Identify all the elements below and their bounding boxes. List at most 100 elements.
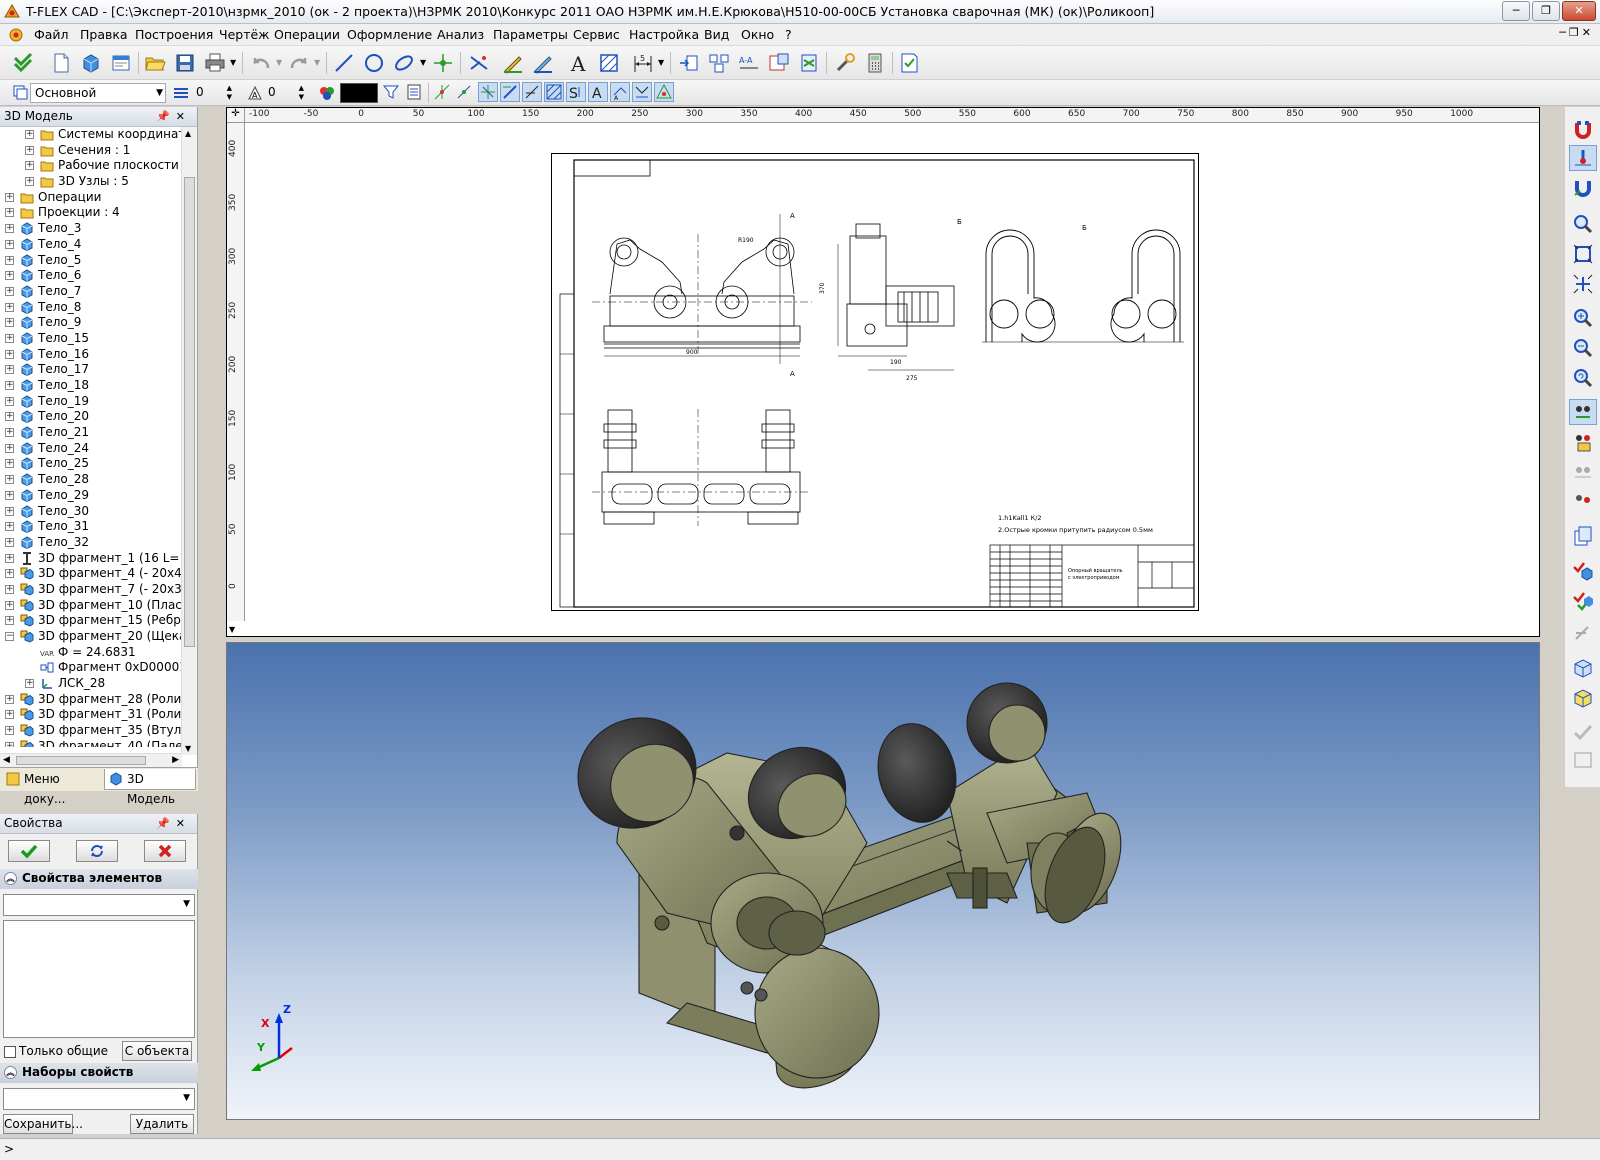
expand-icon[interactable]: + (5, 726, 14, 736)
tree-item[interactable]: + Тело_4 (0, 237, 182, 253)
snap-arrow-icon[interactable]: A (610, 82, 630, 102)
tree-item[interactable]: +3D Узлы : 5 (0, 174, 182, 190)
expand-icon[interactable]: + (5, 443, 14, 453)
chevron-up-icon[interactable]: ︽ (4, 1066, 17, 1079)
view-cube-icon[interactable] (1569, 655, 1597, 681)
expand-icon[interactable]: + (25, 679, 34, 689)
snap-node-icon[interactable] (454, 82, 474, 102)
expand-icon[interactable]: + (5, 412, 14, 422)
expand-icon[interactable]: + (5, 475, 14, 485)
list-filter-icon[interactable] (404, 82, 424, 102)
tree-item[interactable]: + Тело_6 (0, 268, 182, 284)
expand-icon[interactable]: + (25, 177, 34, 187)
tree-item[interactable]: + Рабочие плоскости : 3 (0, 158, 182, 174)
refresh-button[interactable] (76, 840, 118, 862)
expand-icon[interactable]: + (5, 318, 14, 328)
save-set-button[interactable]: Сохранить... (3, 1114, 83, 1134)
priority-spin[interactable]: 0 ▲ ▼ (264, 83, 306, 103)
expand-icon[interactable]: + (5, 694, 14, 704)
redo-dropdown-arrow[interactable]: ▼ (314, 58, 320, 67)
expand-icon[interactable]: + (5, 522, 14, 532)
expand-icon[interactable]: + (5, 333, 14, 343)
snap-dimension-icon[interactable] (522, 82, 542, 102)
layer-combo[interactable]: Основной ▼ (30, 83, 166, 103)
dimension-dropdown-arrow[interactable]: ▼ (658, 58, 664, 67)
tree-item[interactable]: + Тело_25 (0, 456, 182, 472)
tree-item[interactable]: + Тело_5 (0, 253, 182, 269)
tree-item[interactable]: + Тело_18 (0, 378, 182, 394)
tree-item[interactable]: +3D фрагмент_10 (Пластина (0, 598, 182, 614)
variables-icon[interactable]: A-A (736, 50, 762, 76)
snap-letter-icon[interactable]: A (588, 82, 608, 102)
tree-item[interactable]: + Тело_3 (0, 221, 182, 237)
expand-icon[interactable]: + (5, 710, 14, 720)
expand-icon[interactable]: + (5, 553, 14, 563)
snap-symbol-icon[interactable] (632, 82, 652, 102)
check-multi-icon[interactable] (1569, 587, 1597, 613)
tree-item[interactable]: + Тело_9 (0, 315, 182, 331)
tree-item[interactable]: + Тело_15 (0, 331, 182, 347)
tree-item[interactable]: +3D фрагмент_31 (Ролик.grb (0, 707, 182, 723)
text-tool-icon[interactable]: A (566, 50, 592, 76)
level-spin[interactable]: 0 ▲ ▼ (192, 83, 234, 103)
snap-fragment-icon[interactable] (654, 82, 674, 102)
document-icon[interactable] (8, 27, 24, 43)
scroll-down-arrow[interactable]: ▼ (229, 625, 235, 634)
zoom-out-icon[interactable] (1569, 335, 1597, 361)
scroll-up-arrow[interactable]: ▲ (185, 129, 191, 138)
delete-set-button[interactable]: Удалить (130, 1114, 194, 1134)
expand-icon[interactable]: + (5, 349, 14, 359)
expand-icon[interactable]: + (5, 271, 14, 281)
tree-item[interactable]: + Тело_31 (0, 519, 182, 535)
new-document-icon[interactable] (48, 50, 74, 76)
mdi-window-buttons[interactable]: ─❐✕ (1559, 26, 1594, 39)
expand-icon[interactable]: + (5, 490, 14, 500)
tree-item[interactable]: +VARФ = 24.6831 (0, 645, 182, 661)
tree-item[interactable]: + Операции (0, 190, 182, 206)
minimize-button[interactable]: ─ (1502, 1, 1530, 21)
expand-icon[interactable]: + (5, 208, 14, 218)
properties-list[interactable] (3, 920, 195, 1038)
expand-icon[interactable]: + (5, 459, 14, 469)
zoom-previous-icon[interactable] (1569, 365, 1597, 391)
report-icon[interactable] (796, 50, 822, 76)
undo-dropdown-arrow[interactable]: ▼ (276, 58, 282, 67)
shaded-cube-icon[interactable] (1569, 685, 1597, 711)
color-palette-icon[interactable] (318, 84, 336, 102)
tree-item[interactable]: + Проекции : 4 (0, 205, 182, 221)
dimension-tool-icon[interactable]: 5 (630, 50, 656, 76)
scroll-right-arrow[interactable]: ▶ (172, 755, 179, 765)
tree-item[interactable]: + Тело_7 (0, 284, 182, 300)
element-properties-section[interactable]: ︽ Свойства элементов (0, 869, 198, 889)
filter-icon[interactable] (381, 82, 401, 102)
tree-item[interactable]: +3D фрагмент_40 (Палец.grb (0, 739, 182, 747)
redo-icon[interactable] (286, 50, 312, 76)
checkmark-icon[interactable] (10, 50, 36, 76)
expand-icon[interactable]: + (25, 130, 34, 139)
open-folder-icon[interactable] (142, 50, 168, 76)
tree-item[interactable]: + Тело_17 (0, 362, 182, 378)
tree-item[interactable]: +3D фрагмент_1 (16 L=1760. (0, 551, 182, 567)
gray-tool-icon[interactable] (1569, 621, 1597, 647)
scroll-thumb[interactable] (16, 756, 146, 765)
expand-icon[interactable]: + (5, 569, 14, 579)
tree-item[interactable]: + Тело_8 (0, 300, 182, 316)
tree-item[interactable]: +3D фрагмент_7 (- 20х360х3 (0, 582, 182, 598)
zoom-in-icon[interactable] (1569, 305, 1597, 331)
ellipse-dropdown-arrow[interactable]: ▼ (420, 58, 426, 67)
expand-icon[interactable]: + (5, 255, 14, 265)
bom-icon[interactable] (766, 50, 792, 76)
tree-horizontal-scrollbar[interactable]: ◀ ▶ (0, 753, 182, 767)
expand-icon[interactable]: + (5, 616, 14, 626)
tree-item[interactable]: + Сечения : 1 (0, 143, 182, 159)
tree-item[interactable]: +Фрагмент 0xD000016 ( (0, 660, 182, 676)
drawing-view[interactable]: ✛ -100 -50 0 50 100 150 200 250 300 350 400 450 500 5… (226, 107, 1540, 637)
expand-icon[interactable]: + (25, 145, 34, 155)
gray-check-icon[interactable] (1569, 719, 1597, 745)
3d-viewport[interactable]: X Z Y (226, 642, 1540, 1120)
expand-icon[interactable]: + (5, 428, 14, 438)
tree-item[interactable]: + Тело_24 (0, 441, 182, 457)
scroll-thumb[interactable] (184, 177, 195, 647)
expand-icon[interactable]: + (5, 584, 14, 594)
edit-sketch-icon[interactable] (530, 50, 556, 76)
